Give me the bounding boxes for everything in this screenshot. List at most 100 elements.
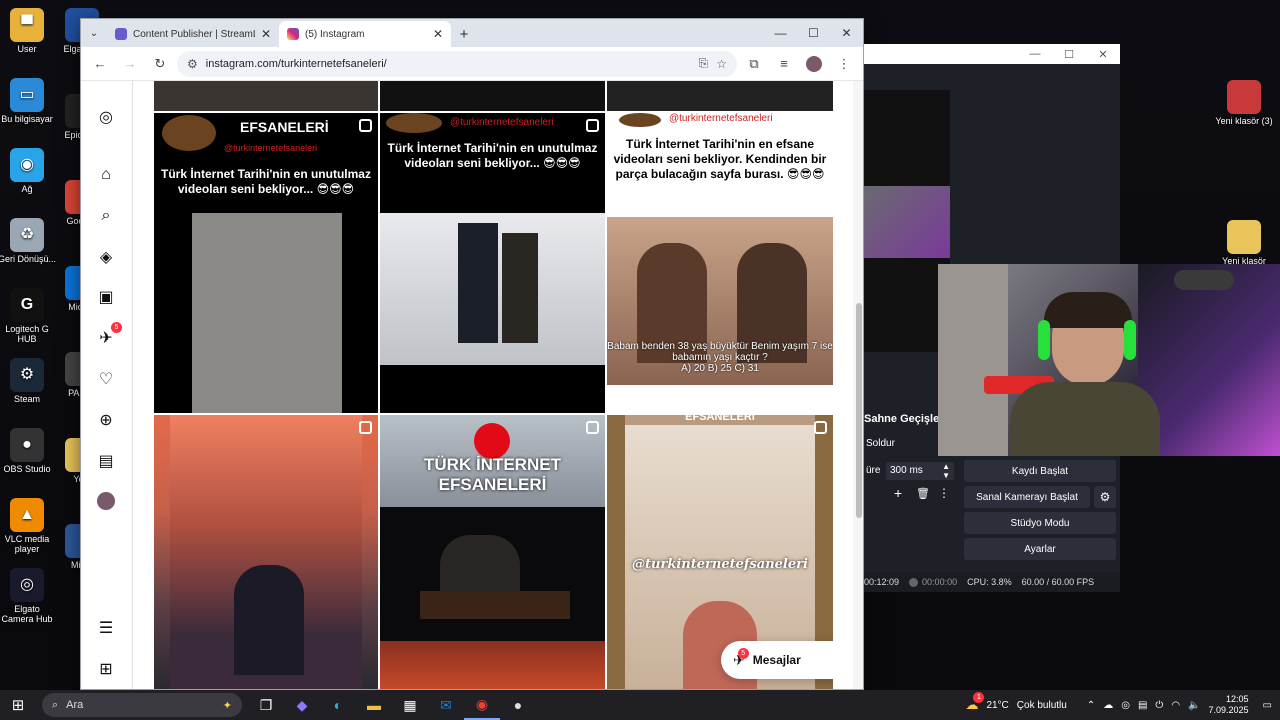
close-tab-icon[interactable]: ✕	[261, 27, 271, 41]
network-icon[interactable]: ▤	[1138, 700, 1147, 711]
minimize-icon[interactable]: —	[1018, 44, 1052, 64]
search-icon[interactable]: ⌕	[94, 204, 118, 228]
close-tab-icon[interactable]: ✕	[433, 27, 443, 41]
install-app-icon[interactable]: ⎘	[699, 56, 709, 71]
post-tile[interactable]	[154, 415, 378, 689]
maximize-icon[interactable]: ☐	[1052, 44, 1086, 64]
messages-floating-button[interactable]: ✈5 Mesajlar ···	[721, 641, 833, 679]
weather-text[interactable]: Çok bulutlu	[1017, 700, 1067, 711]
site-info-icon[interactable]: ⚙	[187, 57, 198, 71]
duration-input[interactable]: 300 ms ▲ ▼	[886, 462, 954, 480]
volume-icon[interactable]: 🔈	[1188, 700, 1200, 711]
more-menu-icon[interactable]: ☰	[94, 616, 118, 640]
chrome-icon[interactable]: ◉	[464, 690, 500, 720]
back-arrow-icon[interactable]: ←	[87, 51, 113, 77]
url-text[interactable]: instagram.com/turkinternetefsaneleri/	[206, 58, 691, 70]
page-scrollbar[interactable]	[853, 81, 863, 689]
post-partial[interactable]	[607, 81, 833, 111]
copilot-icon[interactable]: ◆	[284, 690, 320, 720]
file-explorer-icon[interactable]: ▬	[356, 690, 392, 720]
close-window-icon[interactable]: ✕	[1086, 44, 1120, 64]
desktop-icon[interactable]: ▀ User	[0, 8, 57, 54]
desktop-icon[interactable]: ▭ Bu bilgisayar	[0, 78, 57, 124]
desktop-icon[interactable]: ● OBS Studio	[0, 428, 57, 474]
post-tile[interactable]: @turkinternetefsaneleri Türk İnternet Ta…	[607, 113, 833, 413]
virtual-camera-settings-gear-icon[interactable]: ⚙	[1094, 486, 1116, 508]
tab-streamladder[interactable]: Content Publisher | StreamLad... ✕	[107, 21, 279, 47]
scrollbar-thumb[interactable]	[856, 303, 862, 518]
desktop-icon[interactable]: Yeni klasör	[1214, 220, 1274, 266]
desktop-icon[interactable]: ⚙ Steam	[0, 358, 57, 404]
transition-type-select[interactable]: Soldur	[866, 438, 895, 449]
forward-arrow-icon[interactable]: →	[117, 51, 143, 77]
new-tab-button[interactable]: +	[451, 21, 477, 47]
browser-menu-icon[interactable]: ⋮	[831, 51, 857, 77]
obs-status-bar: 00:12:09 00:00:00 CPU: 3.8% 60.00 / 60.0…	[864, 572, 1120, 592]
studio-mode-button[interactable]: Stüdyo Modu	[964, 512, 1116, 534]
obs-taskbar-icon[interactable]: ●	[500, 690, 536, 720]
desktop-icon[interactable]: G Logitech G HUB	[0, 288, 57, 344]
obs-preview-thumb	[864, 186, 950, 258]
dashboard-icon[interactable]: ▤	[94, 449, 118, 473]
tab-search-chevron-icon[interactable]: ⌄	[81, 19, 107, 47]
notifications-icon[interactable]: ▭	[1263, 700, 1272, 711]
post-partial[interactable]	[154, 81, 378, 111]
maximize-icon[interactable]: ☐	[797, 19, 830, 47]
desktop-icon[interactable]: Yeni klasör (3)	[1214, 80, 1274, 126]
start-recording-button[interactable]: Kaydı Başlat	[964, 460, 1116, 482]
clock[interactable]: 12:05 7.09.2025	[1209, 694, 1249, 716]
remove-transition-icon[interactable]: 🗑	[916, 487, 930, 500]
desktop-app-icon: ♻	[10, 218, 44, 252]
stream-time: 00:12:09	[864, 577, 900, 587]
post-handle: @turkinternetefsaneleri	[450, 117, 554, 128]
media-controls-icon[interactable]: ≡	[771, 51, 797, 77]
post-caption: TÜRK İNTERNET EFSANELERİ	[424, 455, 561, 494]
instagram-logo-icon[interactable]: ◎	[94, 105, 118, 129]
tray-overflow-chevron-icon[interactable]: ⌃	[1087, 700, 1095, 711]
post-tile[interactable]: @turkinternetefsaneleri Türk İnternet Ta…	[380, 113, 605, 413]
task-view-icon[interactable]: ❐	[248, 690, 284, 720]
wifi-icon[interactable]: ◠	[1171, 700, 1180, 711]
outlook-icon[interactable]: ✉	[428, 690, 464, 720]
webcam-overlay	[938, 264, 1280, 456]
bookmark-star-icon[interactable]: ☆	[716, 57, 727, 71]
profile-avatar[interactable]	[94, 489, 118, 513]
power-icon[interactable]: ⏻	[1155, 700, 1163, 711]
store-icon[interactable]: ▦	[392, 690, 428, 720]
create-plus-icon[interactable]: ⊕	[94, 408, 118, 432]
edge-icon[interactable]: ◐	[320, 690, 356, 720]
tab-instagram[interactable]: (5) Instagram ✕	[279, 21, 451, 47]
start-virtual-camera-button[interactable]: Sanal Kamerayı Başlat	[964, 486, 1090, 508]
reload-icon[interactable]: ↻	[147, 51, 173, 77]
reels-icon[interactable]: ▣	[94, 285, 118, 309]
also-from-meta-icon[interactable]: ⊞	[94, 657, 118, 681]
taskbar-search[interactable]: ⌕ Ara ✦	[42, 693, 242, 717]
tray-app-icon[interactable]: ◎	[1121, 700, 1130, 711]
profile-avatar[interactable]	[801, 51, 827, 77]
desktop-icon-label: VLC media player	[4, 534, 50, 554]
transition-menu-icon[interactable]: ⋮	[938, 486, 950, 500]
desktop-app-icon: ⚙	[10, 358, 44, 392]
weather-temp[interactable]: 21°C	[986, 700, 1008, 711]
minimize-icon[interactable]: —	[764, 19, 797, 47]
address-bar[interactable]: ⚙ instagram.com/turkinternetefsaneleri/ …	[177, 50, 737, 77]
close-window-icon[interactable]: ✕	[830, 19, 863, 47]
home-icon[interactable]: ⌂	[94, 163, 118, 187]
post-tile[interactable]: EFSANELERİ @turkinternetefsaneleri Türk …	[154, 113, 378, 413]
post-partial[interactable]	[380, 81, 605, 111]
messages-icon[interactable]: ✈ 5	[94, 322, 122, 350]
desktop-icon[interactable]: ◉ Ağ	[0, 148, 57, 194]
desktop-icon[interactable]: ▲ VLC media player	[0, 498, 57, 554]
weather-icon[interactable]: ☁ 1	[965, 692, 985, 713]
onedrive-icon[interactable]: ☁	[1103, 700, 1113, 711]
add-transition-icon[interactable]: +	[894, 485, 902, 501]
settings-button[interactable]: Ayarlar	[964, 538, 1116, 560]
desktop-icon[interactable]: ♻ Geri Dönüşü...	[0, 218, 57, 264]
desktop-icon[interactable]: ◎ Elgato Camera Hub	[0, 568, 57, 624]
notification-badge: 5	[111, 322, 122, 333]
start-windows-icon[interactable]: ⊞	[0, 690, 36, 720]
post-tile[interactable]: TÜRK İNTERNET EFSANELERİ	[380, 415, 605, 689]
notifications-heart-icon[interactable]: ♡	[94, 367, 118, 391]
extensions-icon[interactable]: ⧉	[741, 51, 767, 77]
explore-compass-icon[interactable]: ◈	[94, 245, 118, 269]
